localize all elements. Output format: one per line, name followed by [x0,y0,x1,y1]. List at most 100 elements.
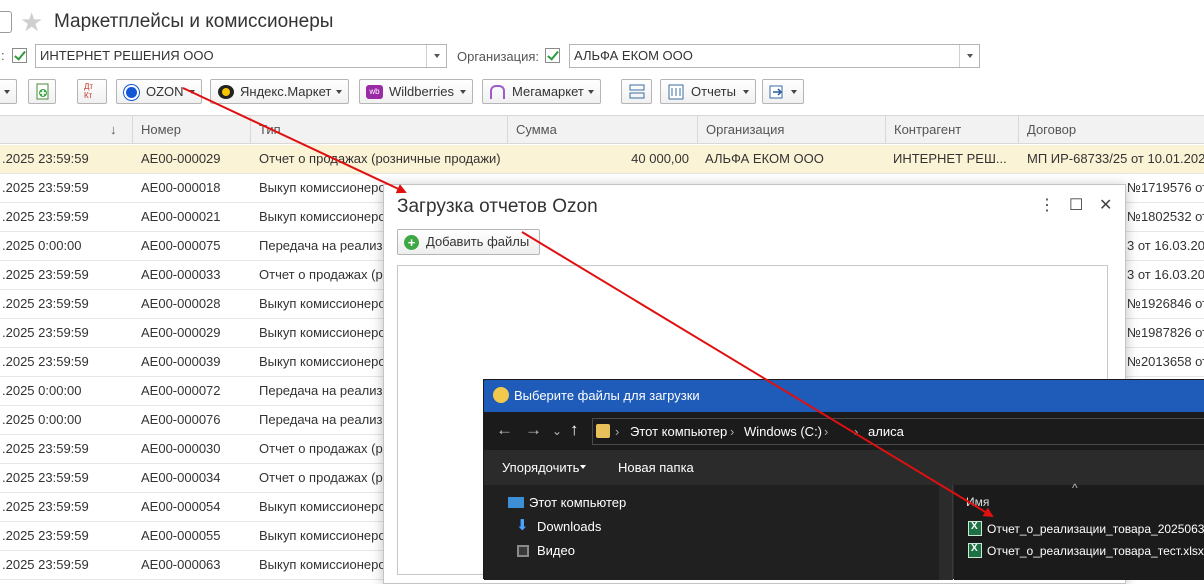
cell-counterparty: ИНТЕРНЕТ РЕШ... [893,151,1007,166]
address-bar[interactable]: › Этот компьютер › Windows (C:) › › алис… [592,418,1204,445]
dialog-title: Загрузка отчетов Ozon [397,196,598,217]
column-header-contract[interactable]: Договор [1018,116,1204,143]
cell-number: АЕ00-000028 [141,296,221,311]
counterparty-checkbox[interactable] [12,48,27,63]
sort-up-icon[interactable]: ^ [1072,481,1078,495]
cell-number: АЕ00-000039 [141,354,221,369]
file-list-pane: ^ Имя Отчет_о_реализации_товара_20250630… [954,481,1204,580]
file-chooser-titlebar: Выберите файлы для загрузки [484,380,1204,412]
wildberries-button[interactable]: wb Wildberries [359,79,473,104]
ozon-button[interactable]: OZON [116,79,202,104]
cell-number: АЕ00-000072 [141,383,221,398]
back-button-partial[interactable] [0,11,12,33]
cell-number: АЕ00-000030 [141,441,221,456]
column-header-name[interactable]: Имя [966,495,989,509]
organization-value: АЛЬФА ЕКОМ ООО [574,48,693,63]
cell-date: .2025 23:59:59 [2,296,89,311]
chevron-down-icon [336,90,342,97]
up-arrow-icon[interactable]: ↑ [570,420,579,440]
chevron-down-icon[interactable]: ⌄ [552,424,562,438]
structure-button[interactable] [621,79,652,104]
favorite-star-icon[interactable]: ★ [20,8,43,36]
breadcrumb-separator: › [824,424,829,439]
cell-contract: №1719576 от [1127,180,1204,195]
maximize-icon[interactable]: ☐ [1069,195,1083,215]
counterparty-value: ИНТЕРНЕТ РЕШЕНИЯ ООО [40,48,214,63]
chevron-down-icon [588,90,594,97]
download-arrow-icon: ⬇ [516,517,529,534]
cell-contract: МП ИР-68733/25 от 10.01.202 [1027,151,1204,166]
cell-contract: 3 от 16.03.20 [1127,267,1204,282]
file-item[interactable]: Отчет_о_реализации_товара_20250630_ [954,517,1204,539]
forward-arrow-icon[interactable]: → [525,420,542,440]
megamarket-button[interactable]: Мегамаркет [482,79,601,104]
file-name: Отчет_о_реализации_товара_20250630_ [987,522,1204,536]
excel-file-icon [968,521,982,536]
yandex-market-button[interactable]: Яндекс.Маркет [210,79,349,104]
organization-field[interactable]: АЛЬФА ЕКОМ ООО [569,44,980,68]
send-button[interactable] [762,79,804,104]
send-arrow-icon [769,85,783,99]
cell-type: Отчет о продажах (розничные продажи) [259,151,501,166]
dt-kt-button[interactable]: Дт Кт [77,79,107,104]
cell-date: .2025 23:59:59 [2,267,89,282]
pane-splitter[interactable] [939,485,953,580]
tree-item-label: Этот компьютер [529,495,627,510]
computer-icon [508,497,524,508]
cell-number: АЕ00-000029 [141,151,221,166]
video-folder-icon [517,545,529,557]
counterparty-field[interactable]: ИНТЕРНЕТ РЕШЕНИЯ ООО [35,44,447,68]
cell-date: .2025 23:59:59 [2,499,89,514]
column-header-number[interactable]: Номер [132,116,250,143]
chevron-down-icon [791,90,797,97]
reports-icon [668,84,684,100]
cell-number: АЕ00-000063 [141,557,221,572]
ozon-label: OZON [146,84,184,99]
chevron-down-icon [460,90,466,97]
breadcrumb-windows-c[interactable]: Windows (C:) [744,419,822,444]
yandex-market-logo-icon [218,85,234,99]
cell-contract: №1802532 от [1127,209,1204,224]
cell-organization: АЛЬФА ЕКОМ ООО [705,151,824,166]
organization-label: Организация: [457,49,540,64]
cell-date: .2025 23:59:59 [2,470,89,485]
column-header-type[interactable]: Тип [250,116,507,143]
file-item[interactable]: Отчет_о_реализации_товара_тест.xlsx [954,539,1204,561]
new-folder-button[interactable]: Новая папка [618,460,694,475]
add-files-button[interactable]: + Добавить файлы [397,229,540,255]
cell-date: .2025 23:59:59 [2,441,89,456]
cell-date: .2025 23:59:59 [2,325,89,340]
app-icon [493,387,509,403]
wildberries-logo-icon: wb [366,85,383,99]
cell-date: .2025 23:59:59 [2,354,89,369]
breadcrumb-alisa[interactable]: алиса [868,419,904,444]
toolbar-menu-button[interactable] [0,79,17,104]
sort-desc-icon[interactable]: ↓ [110,122,117,137]
table-row[interactable]: .2025 23:59:59 АЕ00-000029 Отчет о продажа… [0,145,1204,174]
organization-checkbox[interactable] [545,48,560,63]
back-arrow-icon[interactable]: ← [496,420,513,440]
cell-number: АЕ00-000075 [141,238,221,253]
breadcrumb-separator: › [854,424,859,439]
breadcrumb-this-pc[interactable]: Этот компьютер [630,419,727,444]
copy-document-button[interactable] [28,79,56,104]
more-options-icon[interactable]: ⋮ [1039,195,1055,215]
cell-date: .2025 23:59:59 [2,209,89,224]
tree-item-label: Downloads [537,519,602,534]
cell-sum: 40 000,00 [631,151,689,166]
cell-date: .2025 23:59:59 [2,557,89,572]
column-header-counterparty[interactable]: Контрагент [885,116,1018,143]
chevron-down-icon[interactable] [426,45,446,67]
column-header-sum[interactable]: Сумма [507,116,697,143]
column-header-organization[interactable]: Организация [697,116,885,143]
chevron-down-icon[interactable] [959,45,979,67]
organize-button[interactable]: Упорядочить [502,460,579,475]
file-chooser-title: Выберите файлы для загрузки [514,388,700,403]
add-files-label: Добавить файлы [426,234,530,249]
close-icon[interactable]: ✕ [1099,195,1112,215]
document-add-icon [36,83,49,100]
cell-number: АЕ00-000033 [141,267,221,282]
chevron-down-icon [4,90,10,97]
breadcrumb-separator: › [615,424,620,439]
reports-button[interactable]: Отчеты [660,79,756,104]
